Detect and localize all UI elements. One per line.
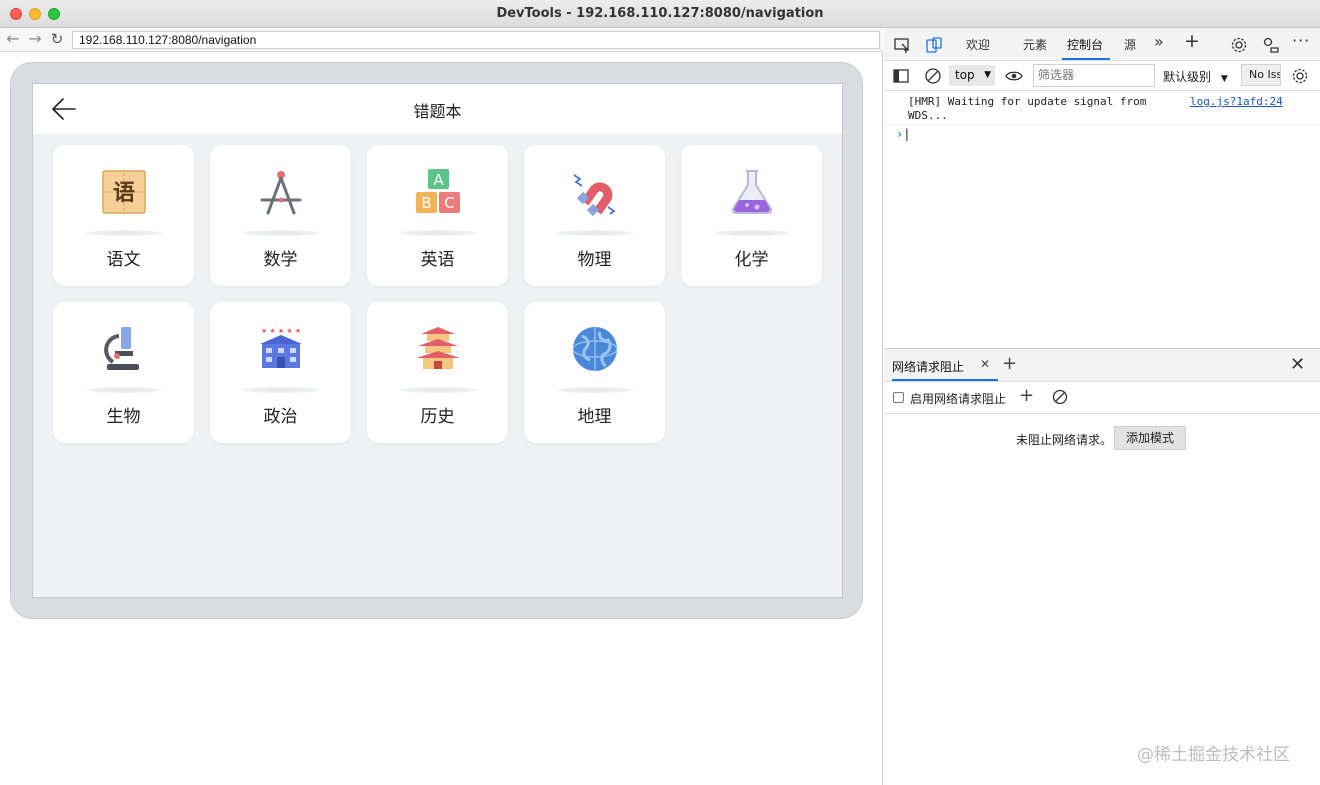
subject-card-chinese[interactable]: 语 语文 — [53, 145, 194, 286]
sidebar-toggle-icon[interactable] — [892, 67, 910, 85]
url-field[interactable]: 192.168.110.127:8080/navigation — [72, 31, 880, 49]
svg-text:C: C — [444, 194, 454, 212]
more-options-icon[interactable]: ··· — [1292, 31, 1310, 50]
add-drawer-tab-icon[interactable]: + — [1002, 353, 1017, 374]
feedback-icon[interactable] — [1262, 36, 1280, 54]
subject-card-physics[interactable]: 物理 — [524, 145, 665, 286]
subject-card-politics[interactable]: ★ ★ ★ ★ ★ 政治 — [210, 302, 351, 443]
devtools-pane: 欢迎 元素 控制台 源 » + ··· top ▼ 筛选器 默认级别 ▼ No … — [884, 28, 1320, 785]
no-blocked-requests-text: 未阻止网络请求。 — [1016, 433, 1113, 447]
clear-console-icon[interactable] — [924, 67, 942, 85]
microscope-icon — [104, 327, 139, 370]
active-tab-indicator — [1062, 58, 1110, 60]
card-shadow — [400, 230, 476, 236]
tab-welcome[interactable]: 欢迎 — [966, 36, 990, 53]
subject-label: 数学 — [263, 250, 298, 270]
add-pattern-icon[interactable]: + — [1019, 385, 1034, 406]
console-toolbar: top ▼ 筛选器 默认级别 ▼ No Issues — [884, 61, 1320, 91]
tab-elements[interactable]: 元素 — [1023, 36, 1047, 53]
context-value: top — [955, 68, 975, 82]
clear-patterns-icon[interactable] — [1052, 389, 1068, 405]
address-bar: ← → ↻ 192.168.110.127:8080/navigation — [0, 28, 883, 52]
more-tabs-icon[interactable]: » — [1154, 32, 1164, 51]
tab-sources[interactable]: 源 — [1124, 36, 1136, 53]
subject-card-english[interactable]: A B C 英语 — [367, 145, 508, 286]
page-title: 错题本 — [413, 102, 462, 121]
browser-pane: ← → ↻ 192.168.110.127:8080/navigation 错题… — [0, 28, 883, 785]
subject-label: 生物 — [106, 407, 141, 427]
drawer-tab-bar: 网络请求阻止 ✕ + ✕ — [884, 348, 1320, 382]
drawer-active-indicator — [892, 379, 998, 381]
filter-input[interactable]: 筛选器 — [1033, 64, 1155, 87]
card-shadow — [86, 230, 162, 236]
request-blocking-toolbar: 启用网络请求阻止 + — [884, 382, 1320, 414]
subject-card-geography[interactable]: 地理 — [524, 302, 665, 443]
dropdown-arrow-icon: ▼ — [984, 70, 991, 80]
close-tab-icon[interactable]: ✕ — [980, 357, 990, 371]
forward-icon[interactable]: → — [26, 30, 44, 48]
subject-label: 英语 — [420, 250, 455, 270]
live-expression-eye-icon[interactable] — [1005, 67, 1023, 85]
window-title: DevTools - 192.168.110.127:8080/navigati… — [496, 6, 824, 21]
card-shadow — [400, 387, 476, 393]
app-header: 错题本 — [33, 84, 842, 134]
add-tab-icon[interactable]: + — [1184, 30, 1200, 52]
console-source-link[interactable]: log.js?1afd:24 — [1190, 95, 1283, 108]
card-shadow — [557, 230, 633, 236]
dropdown-arrow-icon: ▼ — [1220, 74, 1228, 84]
enable-blocking-checkbox[interactable] — [893, 392, 904, 403]
globe-icon — [572, 327, 618, 371]
subject-label: 化学 — [734, 250, 769, 270]
subject-card-history[interactable]: 历史 — [367, 302, 508, 443]
svg-text:语: 语 — [113, 181, 135, 206]
tab-console[interactable]: 控制台 — [1067, 36, 1103, 53]
window-titlebar: DevTools - 192.168.110.127:8080/navigati… — [0, 0, 1320, 28]
console-divider — [884, 124, 1320, 125]
card-shadow — [714, 230, 790, 236]
magnet-icon — [573, 174, 616, 217]
subject-label: 语文 — [106, 250, 141, 270]
console-prompt[interactable]: ›| — [896, 127, 910, 141]
svg-text:★ ★ ★ ★ ★: ★ ★ ★ ★ ★ — [261, 327, 301, 335]
inspect-element-icon[interactable] — [893, 36, 911, 54]
subject-label: 政治 — [263, 407, 298, 427]
settings-gear-icon[interactable] — [1230, 36, 1248, 54]
console-settings-gear-icon[interactable] — [1291, 67, 1309, 85]
svg-text:B: B — [421, 194, 431, 212]
add-pattern-button[interactable]: 添加模式 — [1114, 426, 1186, 450]
close-drawer-icon[interactable]: ✕ — [1290, 354, 1305, 375]
context-select[interactable]: top ▼ — [949, 65, 995, 86]
compass-icon — [260, 171, 302, 215]
chinese-book-icon: 语 — [102, 170, 146, 214]
watermark: @稀土掘金技术社区 — [1137, 745, 1290, 765]
subject-card-math[interactable]: 数学 — [210, 145, 351, 286]
console-message: [HMR] Waiting for update signal from WDS… — [908, 95, 1147, 122]
pagoda-icon — [416, 327, 460, 369]
card-shadow — [243, 230, 319, 236]
subject-label: 历史 — [420, 407, 455, 427]
devtools-tab-bar: 欢迎 元素 控制台 源 » + ··· — [884, 28, 1320, 61]
svg-text:A: A — [433, 171, 444, 189]
subject-card-chemistry[interactable]: 化学 — [681, 145, 822, 286]
government-building-icon: ★ ★ ★ ★ ★ — [260, 327, 302, 368]
log-level-select[interactable]: 默认级别 ▼ — [1163, 68, 1228, 85]
log-level-value: 默认级别 — [1163, 70, 1212, 84]
device-frame: 错题本 语 语文 数学 A B C 英语 物理 化学 生物 ★ ★ ★ ★ ★ … — [10, 62, 863, 619]
tab-network-request-blocking[interactable]: 网络请求阻止 — [892, 358, 964, 375]
app-screen: 错题本 语 语文 数学 A B C 英语 物理 化学 生物 ★ ★ ★ ★ ★ … — [32, 83, 843, 598]
issues-button[interactable]: No Issues — [1241, 64, 1281, 86]
enable-blocking-label: 启用网络请求阻止 — [910, 392, 1007, 406]
reload-icon[interactable]: ↻ — [48, 30, 66, 48]
back-icon[interactable]: ← — [4, 30, 22, 48]
subject-label: 物理 — [577, 250, 612, 270]
subject-card-biology[interactable]: 生物 — [53, 302, 194, 443]
card-shadow — [86, 387, 162, 393]
flask-icon — [731, 170, 773, 214]
device-toolbar-icon[interactable] — [925, 36, 943, 54]
subject-label: 地理 — [577, 407, 612, 427]
abc-blocks-icon: A B C — [416, 169, 460, 213]
card-shadow — [557, 387, 633, 393]
card-shadow — [243, 387, 319, 393]
